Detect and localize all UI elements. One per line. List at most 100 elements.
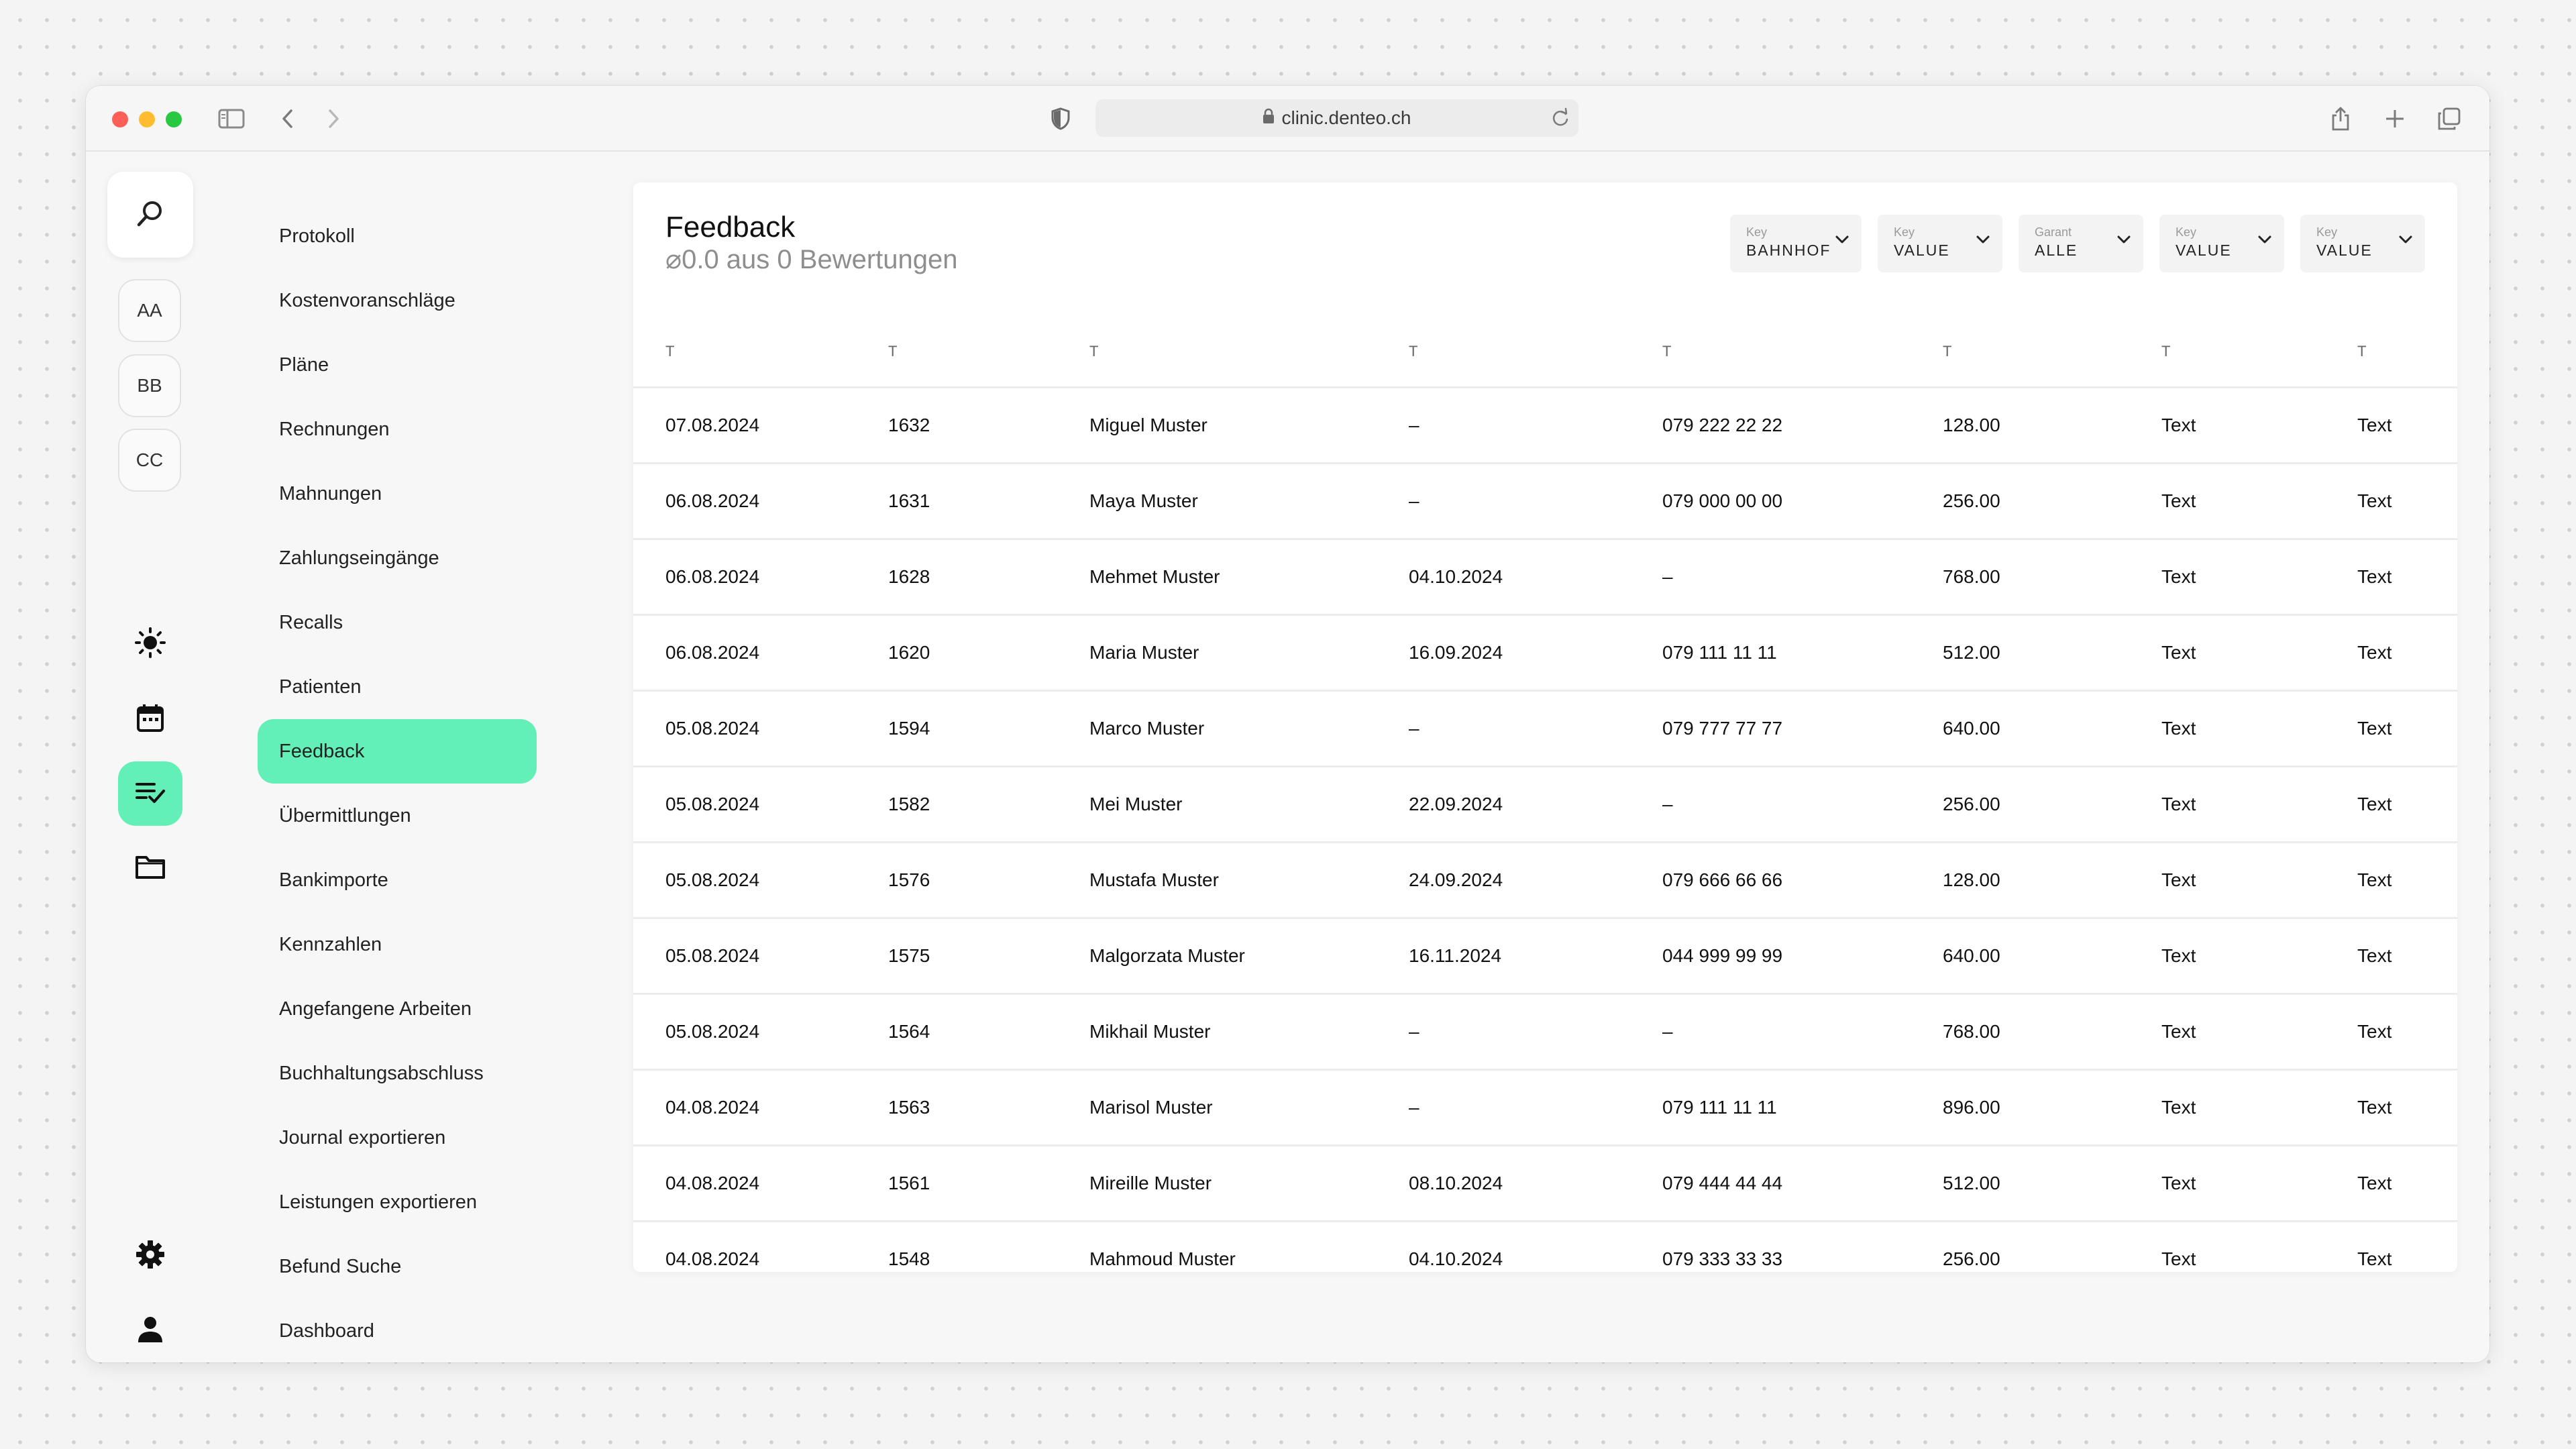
table-row[interactable]: 05.08.2024 1582 Mei Muster 22.09.2024–256.0… [633, 765, 2457, 843]
calendar-button[interactable] [118, 687, 182, 751]
task-list-button[interactable] [118, 761, 182, 826]
sidebar-item-zahlungseingänge[interactable]: Zahlungseingänge [258, 526, 537, 590]
table-cell: 079 666 66 66 [1662, 841, 1943, 918]
sidebar-item-übermittlungen[interactable]: Übermittlungen [258, 784, 537, 848]
table-cell: 1563 [888, 1069, 1089, 1146]
table-cell: 08.10.2024 [1409, 1144, 1662, 1222]
table-cell: 256.00 [1943, 462, 2161, 539]
sun-icon [134, 627, 166, 662]
table-cell: 1631 [888, 462, 1089, 539]
sidebar-item-angefangene-arbeiten[interactable]: Angefangene Arbeiten [258, 977, 537, 1041]
sidebar-item-befund-suche[interactable]: Befund Suche [258, 1234, 537, 1299]
table-row[interactable]: 06.08.2024 1628 Mehmet Muster 04.10.2024–76… [633, 538, 2457, 615]
minimize-window-button[interactable] [139, 111, 155, 127]
table-cell: Text [2357, 765, 2457, 843]
table-cell: Text [2161, 1144, 2357, 1222]
sidebar-item-kostenvoranschläge[interactable]: Kostenvoranschläge [258, 268, 537, 333]
sidebar-item-recalls[interactable]: Recalls [258, 590, 537, 655]
filter-dropdown-5[interactable]: Key VALUE [2300, 215, 2425, 272]
table-cell: – [1409, 462, 1662, 539]
sidebar-item-pläne[interactable]: Pläne [258, 333, 537, 397]
table-row[interactable]: 05.08.2024 1575 Malgorzata Muster 16.11.202… [633, 917, 2457, 994]
column-header[interactable]: T [633, 317, 888, 388]
sidebar-item-feedback[interactable]: Feedback [258, 719, 537, 784]
table-row[interactable]: 05.08.2024 1576 Mustafa Muster 24.09.2024 07… [633, 841, 2457, 918]
page-title: Feedback [665, 211, 796, 244]
chevron-down-icon [2116, 235, 2131, 248]
filter-dropdown-4[interactable]: Key VALUE [2159, 215, 2284, 272]
table-cell: 079 777 77 77 [1662, 690, 1943, 767]
theme-toggle-button[interactable] [118, 612, 182, 676]
table-cell: 22.09.2024 [1409, 765, 1662, 843]
filter-dropdown-1[interactable]: Key BAHNHOF [1730, 215, 1862, 272]
folder-button[interactable] [118, 836, 182, 900]
search-button[interactable] [107, 172, 193, 258]
table-row[interactable]: 04.08.2024 1563 Marisol Muster –079 111 11 … [633, 1069, 2457, 1146]
profile-button[interactable] [118, 1299, 182, 1362]
table-row[interactable]: 05.08.2024 1564 Mikhail Muster – –768.00 Text… [633, 993, 2457, 1070]
table-cell: Text [2161, 993, 2357, 1070]
avatar-cc[interactable]: CC [118, 429, 181, 492]
chevron-down-icon [1835, 235, 1849, 248]
column-header[interactable]: T [1409, 317, 1662, 388]
column-header[interactable]: T [1943, 317, 2161, 388]
sidebar-item-patienten[interactable]: Patienten [258, 655, 537, 719]
browser-toolbar: clinic.denteo.ch [86, 86, 2489, 152]
back-icon[interactable] [272, 103, 303, 134]
table-cell: 24.09.2024 [1409, 841, 1662, 918]
table-row[interactable]: 07.08.2024 1632 Miguel Muster –079 222 22 2… [633, 386, 2457, 464]
zoom-window-button[interactable] [166, 111, 182, 127]
table-cell: Marco Muster [1089, 690, 1409, 767]
table-row[interactable]: 06.08.2024 1620 Maria Muster 16.09.2024 079 … [633, 614, 2457, 691]
table-cell: 04.10.2024 [1409, 1220, 1662, 1296]
sidebar-item-rechnungen[interactable]: Rechnungen [258, 397, 537, 462]
table-row[interactable]: 05.08.2024 1594 Marco Muster –079 777 77 77… [633, 690, 2457, 767]
sidebar-toggle-icon[interactable] [216, 103, 247, 134]
sidebar-item-buchhaltungsabschluss[interactable]: Buchhaltungsabschluss [258, 1041, 537, 1106]
table-cell: – [1662, 993, 1943, 1070]
table-cell: 512.00 [1943, 1144, 2161, 1222]
forward-icon[interactable] [318, 103, 349, 134]
sidebar-item-dashboard[interactable]: Dashboard [258, 1299, 537, 1362]
new-tab-icon[interactable] [2379, 103, 2410, 134]
table-cell: 05.08.2024 [633, 917, 888, 994]
table-row[interactable]: 06.08.2024 1631 Maya Muster –079 000 00 00 2… [633, 462, 2457, 539]
table-cell: 1576 [888, 841, 1089, 918]
sidebar-item-protokoll[interactable]: Protokoll [258, 204, 537, 268]
avatar-bb[interactable]: BB [118, 354, 181, 417]
sidebar-item-journal-exportieren[interactable]: Journal exportieren [258, 1106, 537, 1170]
table-cell: Text [2357, 993, 2457, 1070]
address-bar[interactable]: clinic.denteo.ch [1095, 99, 1578, 137]
table-row[interactable]: 04.08.2024 1548 Mahmoud Muster 04.10.2024 07… [633, 1220, 2457, 1296]
tab-overview-icon[interactable] [2434, 103, 2465, 134]
table-cell: Text [2357, 386, 2457, 464]
table-cell: Miguel Muster [1089, 386, 1409, 464]
table-cell: 1632 [888, 386, 1089, 464]
table-cell: 768.00 [1943, 993, 2161, 1070]
reload-icon[interactable] [1549, 106, 1572, 135]
table-cell: Text [2161, 386, 2357, 464]
table-cell: – [1409, 1069, 1662, 1146]
table-cell: Mikhail Muster [1089, 993, 1409, 1070]
table-row[interactable]: 04.08.2024 1561 Mireille Muster 08.10.2024 0… [633, 1144, 2457, 1222]
settings-button[interactable] [118, 1224, 182, 1288]
sidebar-item-leistungen-exportieren[interactable]: Leistungen exportieren [258, 1170, 537, 1234]
sidebar-item-kennzahlen[interactable]: Kennzahlen [258, 912, 537, 977]
table-cell: 16.11.2024 [1409, 917, 1662, 994]
filter-key-label: Key [1746, 225, 1768, 239]
close-window-button[interactable] [112, 111, 128, 127]
sidebar-item-bankimporte[interactable]: Bankimporte [258, 848, 537, 912]
column-header[interactable]: T [888, 317, 1089, 388]
table-cell: Text [2161, 690, 2357, 767]
rating-summary: ⌀0.0 aus 0 Bewertungen [665, 245, 958, 274]
column-header[interactable]: T [2357, 317, 2457, 388]
column-header[interactable]: T [1089, 317, 1409, 388]
privacy-shield-icon[interactable] [1045, 103, 1076, 134]
column-header[interactable]: T [2161, 317, 2357, 388]
avatar-aa[interactable]: AA [118, 279, 181, 342]
share-icon[interactable] [2325, 103, 2356, 134]
column-header[interactable]: T [1662, 317, 1943, 388]
filter-dropdown-3[interactable]: Garant ALLE [2019, 215, 2143, 272]
sidebar-item-mahnungen[interactable]: Mahnungen [258, 462, 537, 526]
filter-dropdown-2[interactable]: Key VALUE [1878, 215, 2002, 272]
